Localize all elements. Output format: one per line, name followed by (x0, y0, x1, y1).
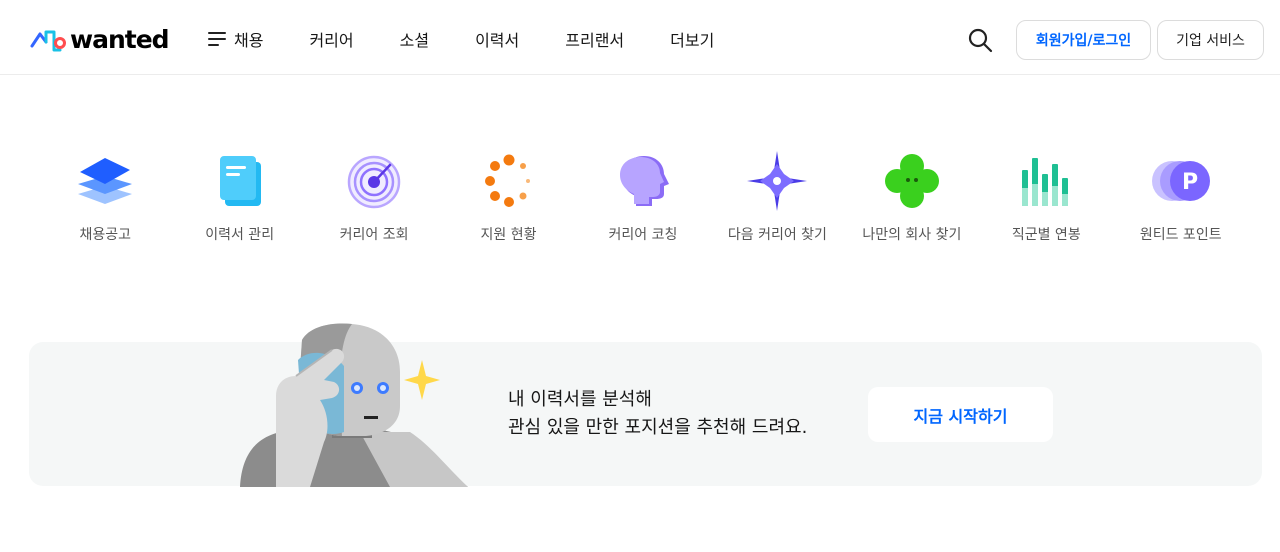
nav-item-freelancer[interactable]: 프리랜서 (565, 27, 624, 51)
point-coin-icon: P (1151, 161, 1210, 201)
nav-item-career[interactable]: 커리어 (309, 27, 353, 51)
shortcut-wanted-points[interactable]: P 원티드 포인트 (1114, 150, 1248, 244)
shortcut-label: 직군별 연봉 (1011, 227, 1081, 243)
shortcut-label: 이력서 관리 (205, 227, 275, 243)
thinking-robot-illustration (240, 323, 468, 487)
shortcut-resume-management[interactable]: 이력서 관리 (172, 150, 306, 244)
shortcut-label: 채용공고 (79, 227, 131, 243)
main-nav: 채용 커리어 소셜 이력서 프리랜서 더보기 (208, 27, 760, 51)
banner-text: 내 이력서를 분석해 관심 있을 만한 포지션을 추천해 드려요. (508, 386, 807, 442)
clover-icon (884, 154, 939, 208)
shortcut-label: 다음 커리어 찾기 (727, 227, 827, 243)
shortcut-label: 나만의 회사 찾기 (862, 227, 962, 243)
shortcut-label: 커리어 조회 (339, 227, 409, 243)
bar-chart-icon (1022, 158, 1069, 206)
wanted-logo-icon (30, 30, 66, 51)
compass-star-icon (747, 151, 808, 211)
svg-text:P: P (1182, 170, 1198, 195)
top-header: wanted 채용 커리어 소셜 이력서 프리랜서 더보기 회원가입/로그인 기… (0, 0, 1280, 75)
nav-item-more[interactable]: 더보기 (670, 27, 714, 51)
shortcut-salary-by-job[interactable]: 직군별 연봉 (979, 150, 1113, 244)
stacked-layers-icon (78, 158, 133, 204)
start-now-button[interactable]: 지금 시작하기 (868, 387, 1053, 442)
loading-dots-icon (484, 154, 530, 207)
shortcut-career-lookup[interactable]: 커리어 조회 (307, 150, 441, 244)
shortcut-menu: 채용공고 이력서 관리 커리어 조회 지원 현황 커리어 코칭 다음 커리어 찾… (38, 150, 1248, 244)
nav-menu-jobs[interactable]: 채용 (208, 27, 263, 51)
hamburger-menu-icon (208, 32, 226, 46)
head-profile-icon (619, 156, 669, 206)
banner-line-2: 관심 있을 만한 포지션을 추천해 드려요. (508, 417, 808, 438)
logo-text: wanted (70, 25, 170, 54)
shortcut-career-coaching[interactable]: 커리어 코칭 (576, 150, 710, 244)
shortcut-label: 원티드 포인트 (1139, 227, 1222, 243)
search-icon[interactable] (967, 27, 993, 53)
wanted-logo[interactable]: wanted (30, 25, 170, 54)
shortcut-find-my-company[interactable]: 나만의 회사 찾기 (845, 150, 979, 244)
banner-line-1: 내 이력서를 분석해 (508, 389, 652, 410)
nav-menu-label: 채용 (234, 31, 264, 50)
nav-item-resume[interactable]: 이력서 (475, 27, 519, 51)
shortcut-label: 커리어 코칭 (608, 227, 678, 243)
business-service-button[interactable]: 기업 서비스 (1157, 20, 1264, 60)
signup-login-button[interactable]: 회원가입/로그인 (1016, 20, 1151, 60)
shortcut-label: 지원 현황 (480, 227, 537, 243)
nav-item-social[interactable]: 소셜 (400, 27, 429, 51)
shortcut-application-status[interactable]: 지원 현황 (441, 150, 575, 244)
document-icon (219, 156, 261, 206)
shortcut-job-postings[interactable]: 채용공고 (38, 150, 172, 244)
shortcut-next-career[interactable]: 다음 커리어 찾기 (710, 150, 844, 244)
target-icon (347, 155, 401, 209)
